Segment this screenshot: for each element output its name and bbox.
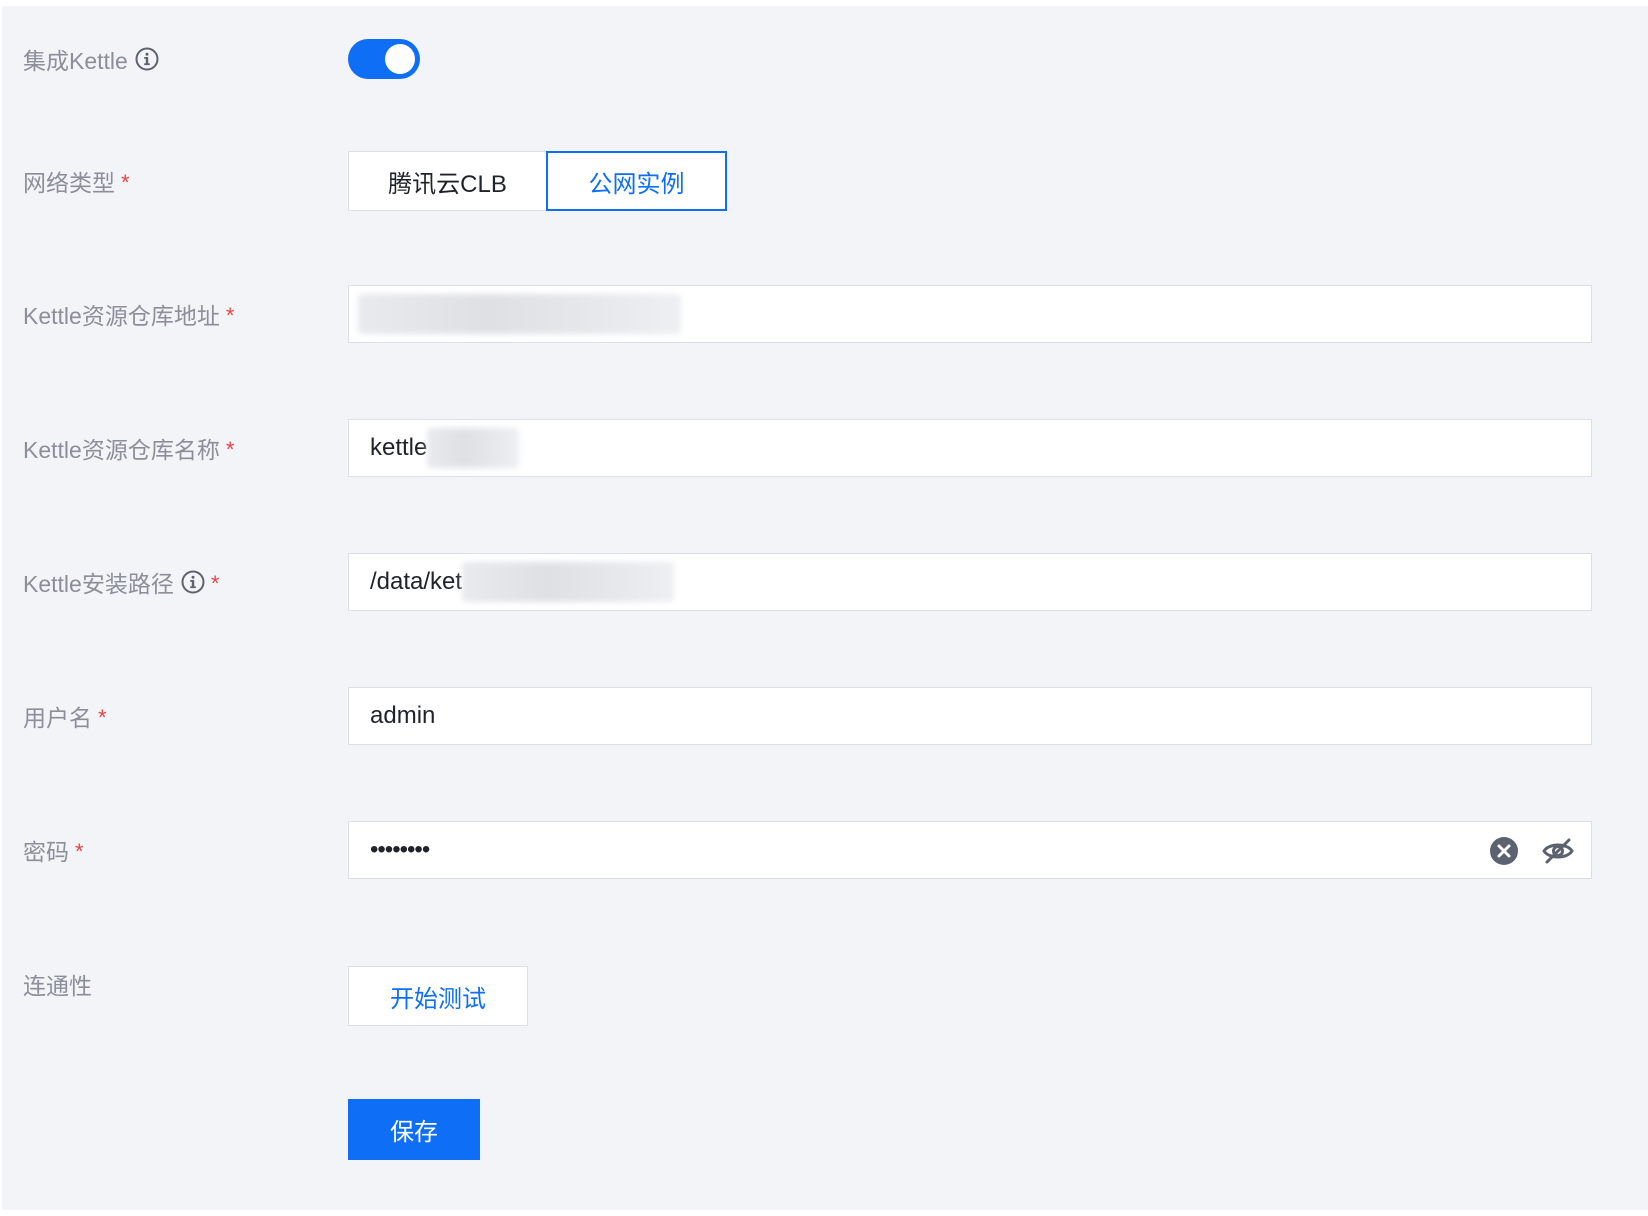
required-mark: *	[121, 170, 130, 195]
network-type-option-public[interactable]: 公网实例	[546, 151, 727, 211]
network-type-label: 网络类型 *	[23, 161, 130, 201]
redacted-value	[462, 562, 675, 602]
network-type-option-clb[interactable]: 腾讯云CLB	[348, 151, 547, 211]
required-mark: *	[225, 437, 235, 462]
required-mark: *	[98, 705, 107, 730]
kettle-integration-label: 集成Kettle	[23, 39, 159, 79]
clear-circle-icon[interactable]	[1489, 836, 1519, 866]
password-masked-value: ••••••••	[370, 836, 430, 863]
required-mark: *	[210, 571, 220, 596]
connectivity-label: 连通性	[23, 964, 92, 1004]
network-type-segmented-control: 腾讯云CLB 公网实例	[348, 151, 727, 211]
repo-name-label: Kettle资源仓库名称 *	[23, 428, 234, 468]
install-path-label-text: Kettle安装路径	[23, 571, 174, 597]
info-icon[interactable]	[135, 47, 159, 71]
repo-name-input[interactable]: kettle	[348, 419, 1592, 477]
username-value: admin	[370, 702, 436, 729]
username-label: 用户名 *	[23, 696, 107, 736]
install-path-input[interactable]: /data/ket	[348, 553, 1592, 611]
repo-address-label: Kettle资源仓库地址 *	[23, 294, 234, 334]
repo-address-input[interactable]	[348, 285, 1592, 343]
required-mark: *	[75, 839, 84, 864]
redacted-value	[427, 428, 520, 468]
required-mark: *	[225, 303, 235, 328]
save-button[interactable]: 保存	[348, 1099, 480, 1160]
kettle-integration-label-text: 集成Kettle	[23, 48, 128, 74]
info-icon[interactable]	[181, 570, 205, 594]
repo-address-label-text: Kettle资源仓库地址	[23, 303, 220, 329]
install-path-value: /data/ket	[370, 568, 463, 595]
install-path-label: Kettle安装路径 *	[23, 562, 219, 602]
kettle-integration-toggle[interactable]	[348, 39, 420, 79]
repo-name-label-text: Kettle资源仓库名称	[23, 437, 220, 463]
connectivity-label-text: 连通性	[23, 973, 92, 999]
redacted-value	[358, 294, 681, 334]
password-label-text: 密码	[23, 839, 69, 865]
start-test-button[interactable]: 开始测试	[348, 966, 528, 1026]
password-label: 密码 *	[23, 830, 84, 870]
password-actions	[1489, 836, 1575, 866]
password-input[interactable]: ••••••••	[348, 821, 1592, 879]
username-label-text: 用户名	[23, 705, 92, 731]
repo-name-value: kettle	[370, 434, 428, 461]
toggle-knob	[385, 44, 415, 74]
username-input[interactable]: admin	[348, 687, 1592, 745]
eye-slash-icon[interactable]	[1541, 836, 1575, 866]
kettle-settings-form: 集成Kettle 网络类型 * 腾讯云CLB 公网实例 Kettle资源仓库地址…	[2, 6, 1648, 1210]
network-type-label-text: 网络类型	[23, 170, 115, 196]
